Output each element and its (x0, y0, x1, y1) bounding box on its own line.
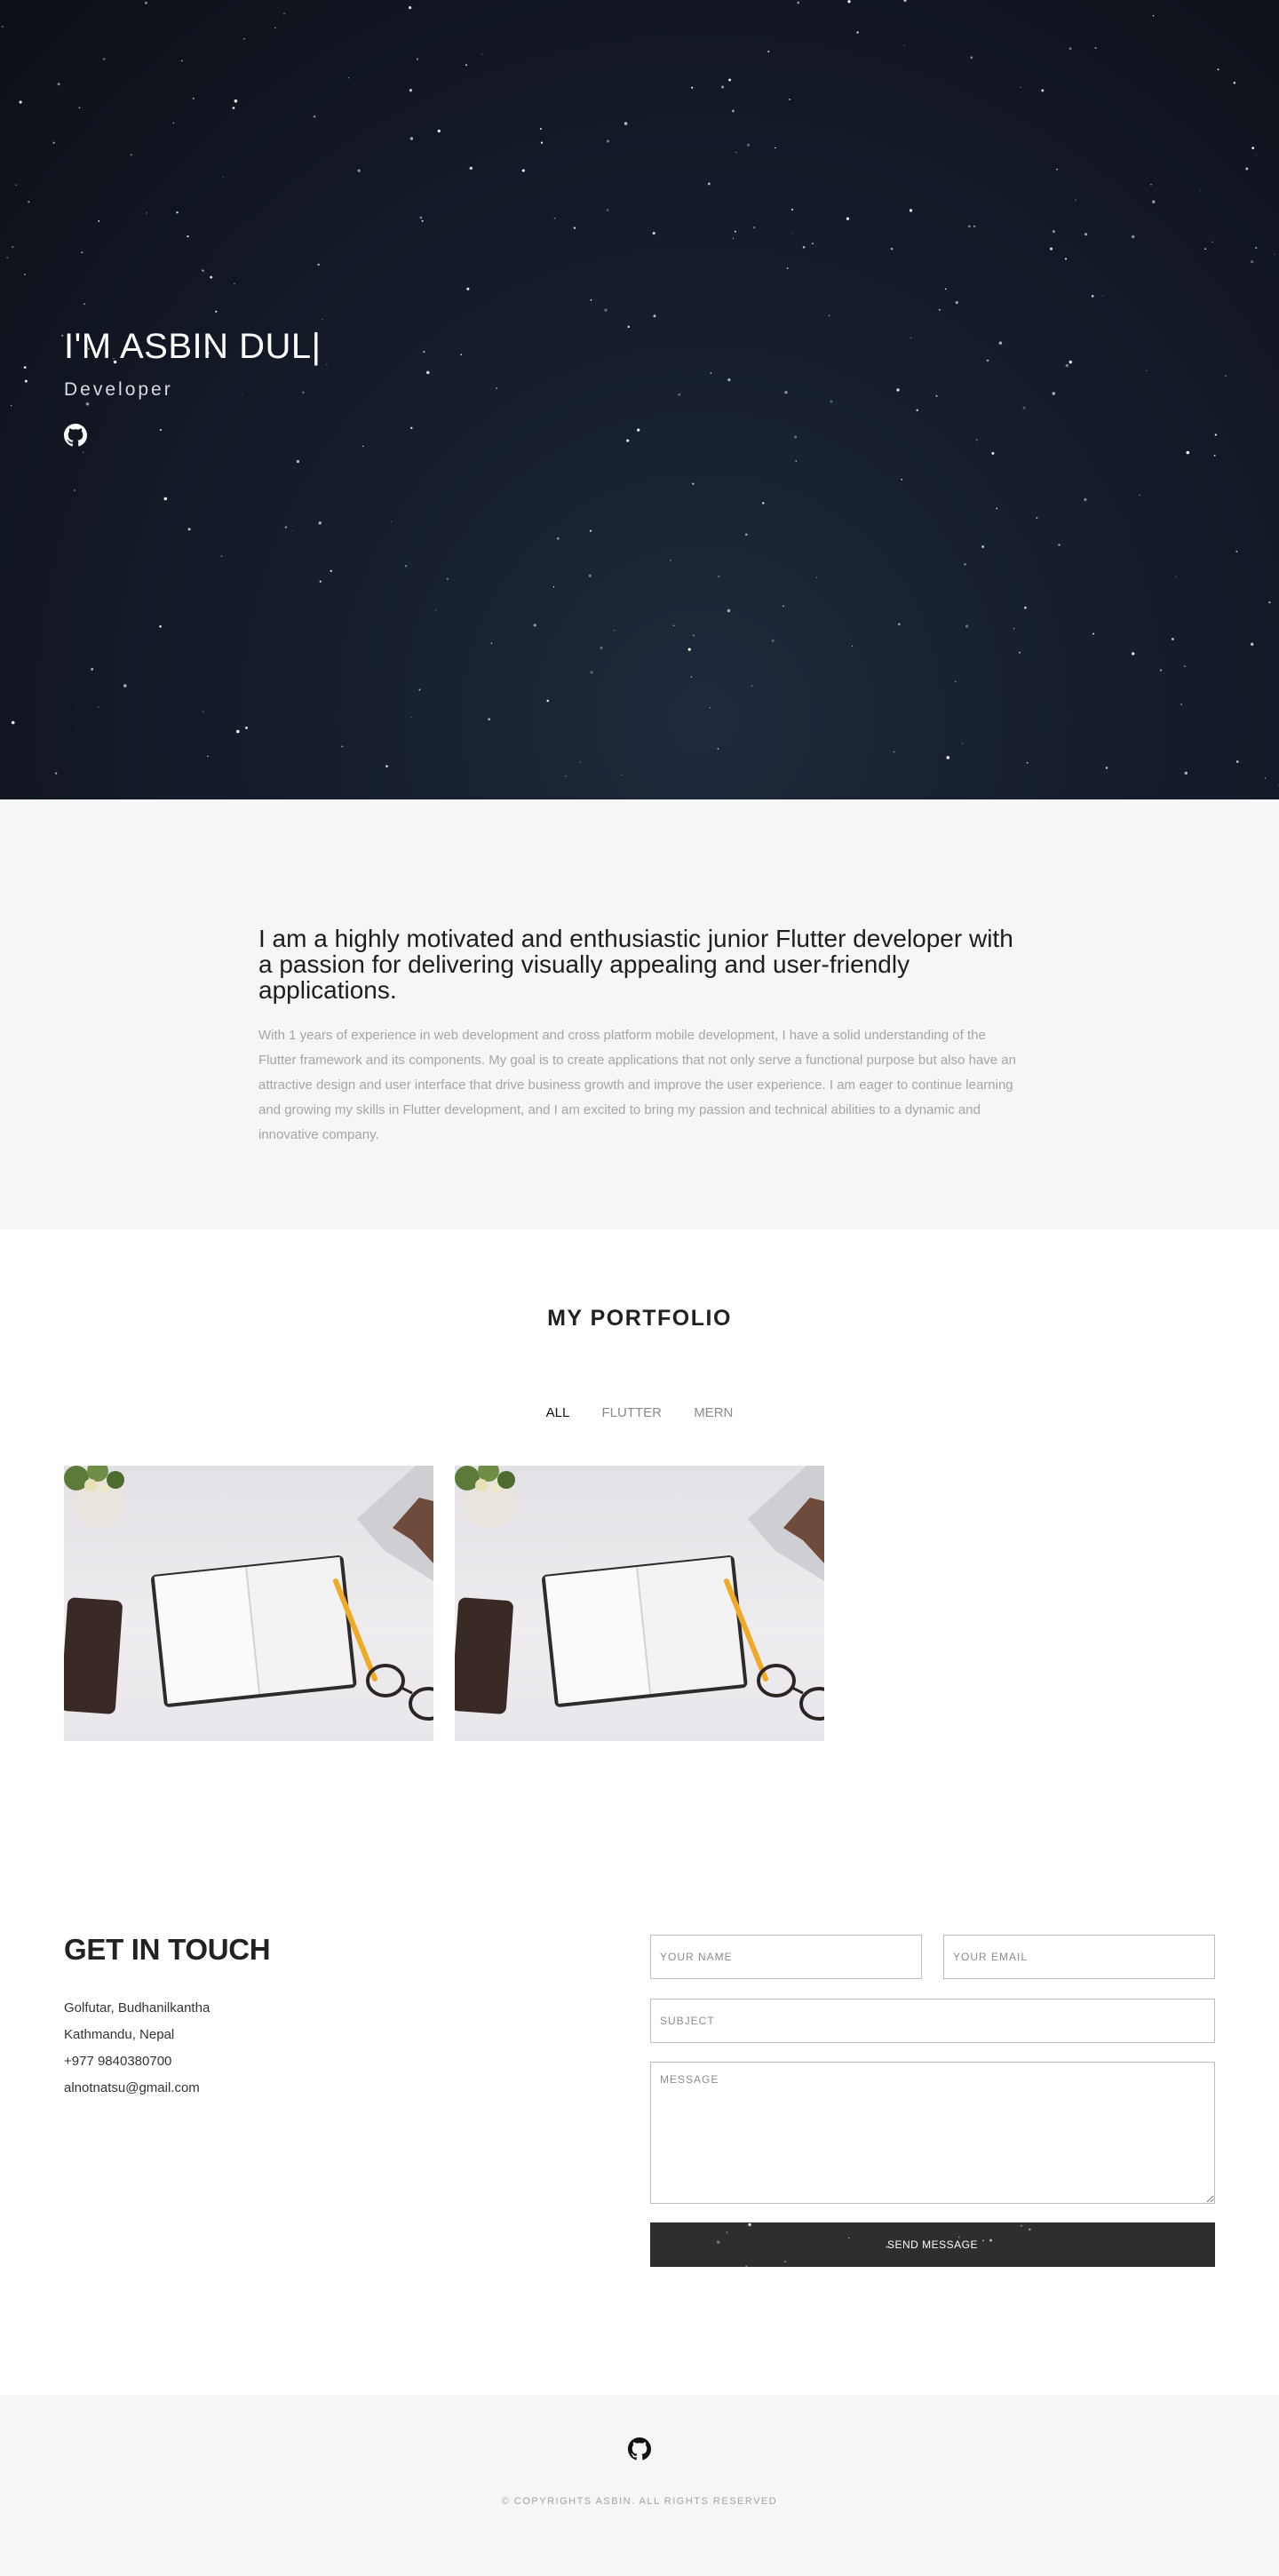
portfolio-title: MY PORTFOLIO (547, 1306, 732, 1331)
email-field[interactable] (943, 1935, 1215, 1979)
address-line-1: Golfutar, Budhanilkantha (64, 2000, 211, 2015)
email-address: alnotnatsu@gmail.com (64, 2080, 200, 2095)
subject-field[interactable] (650, 1999, 1215, 2043)
hero-content: I'M ASBIN DUL| Developer (64, 327, 322, 447)
github-icon[interactable] (628, 2437, 651, 2461)
about-section: I am a highly motivated and enthusiastic… (0, 799, 1279, 1229)
contact-info: Golfutar, Budhanilkantha Kathmandu, Nepa… (64, 1995, 210, 2102)
filter-flutter[interactable]: FLUTTER (602, 1405, 663, 1420)
filter-mern[interactable]: MERN (694, 1405, 733, 1420)
about-text: With 1 years of experience in web develo… (258, 1028, 1016, 1142)
message-field[interactable] (650, 2062, 1215, 2204)
send-message-button[interactable]: SEND MESSAGE (650, 2222, 1215, 2267)
about-heading: I am a highly motivated and enthusiastic… (258, 925, 1013, 1004)
address-line-2: Kathmandu, Nepal (64, 2027, 175, 2042)
portfolio-image-desk (64, 1466, 433, 1721)
filter-all[interactable]: ALL (546, 1405, 570, 1420)
portfolio-item[interactable] (64, 1466, 433, 1741)
hero-subtitle: Developer (64, 379, 173, 400)
hero-section: I'M ASBIN DUL| Developer (0, 0, 1279, 799)
contact-title: GET IN TOUCH (64, 1933, 271, 1966)
footer: © COPYRIGHTS ASBIN. ALL RIGHTS RESERVED (0, 2395, 1279, 2576)
send-message-label: SEND MESSAGE (886, 2238, 979, 2251)
phone-number: +977 9840380700 (64, 2054, 172, 2069)
copyright-text: © COPYRIGHTS ASBIN. ALL RIGHTS RESERVED (501, 2496, 778, 2507)
hero-title: I'M ASBIN DUL| (64, 327, 322, 366)
portfolio-filters: ALL FLUTTER MERN (0, 1405, 1279, 1420)
portfolio-item[interactable] (455, 1466, 824, 1741)
name-field[interactable] (650, 1935, 922, 1979)
portfolio-image-desk (455, 1466, 824, 1721)
github-icon[interactable] (64, 424, 87, 447)
